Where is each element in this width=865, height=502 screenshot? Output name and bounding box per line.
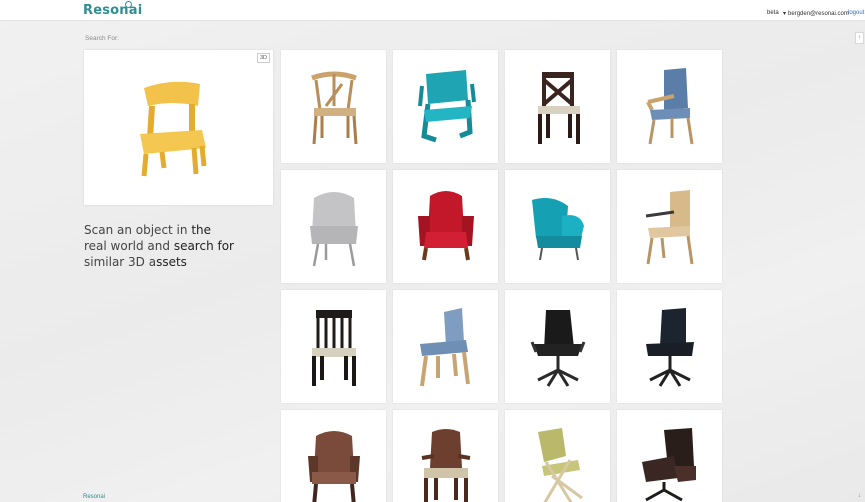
- wooden-wishbone-chair-icon: [311, 71, 358, 145]
- red-baroque-armchair-icon: [418, 191, 474, 261]
- result-tile[interactable]: [617, 290, 722, 403]
- user-email-text: bergden@resonai.com: [788, 11, 849, 17]
- result-tile[interactable]: [617, 410, 722, 502]
- search-label: Search For:: [85, 35, 119, 42]
- result-tile[interactable]: [393, 50, 498, 163]
- blue-armchair-icon: [646, 68, 694, 145]
- dark-cross-back-chair-icon: [538, 72, 580, 144]
- tagline-bold-1: the: [191, 223, 212, 237]
- scroll-down-indicator[interactable]: ↓: [858, 493, 861, 499]
- tagline-part-3: similar 3D a: [84, 255, 157, 269]
- result-tile[interactable]: [617, 50, 722, 163]
- top-bar: Resonai beta ▾ bergden@resonai.com logout: [0, 0, 865, 21]
- result-tile[interactable]: [617, 170, 722, 283]
- lime-folding-chair-icon: [538, 428, 583, 502]
- black-office-chair-icon: [530, 310, 586, 387]
- black-lounge-chair-icon: [642, 428, 696, 502]
- tagline-part-2: real world and: [84, 239, 174, 253]
- logo-ring-icon: [125, 1, 132, 8]
- brown-armchair-icon: [308, 431, 360, 502]
- black-upholstered-chair-icon: [312, 310, 356, 386]
- resonai-logo[interactable]: Resonai: [83, 3, 142, 18]
- wooden-armchair-icon: [421, 429, 471, 502]
- result-tile[interactable]: [281, 410, 386, 502]
- tagline: Scan an object in the real world and sea…: [84, 222, 264, 270]
- tan-armchair-icon: [645, 190, 694, 265]
- result-tile[interactable]: [393, 290, 498, 403]
- query-object-card[interactable]: 3D: [84, 50, 273, 205]
- result-tile[interactable]: [505, 290, 610, 403]
- result-tile[interactable]: [505, 410, 610, 502]
- teal-tube-chair-icon: [418, 70, 476, 143]
- caret-down-icon: ▾: [783, 11, 787, 17]
- result-tile[interactable]: [505, 50, 610, 163]
- tagline-bold-3: ssets: [156, 255, 187, 269]
- user-email[interactable]: ▾ bergden@resonai.com: [783, 10, 849, 17]
- scroll-up-button[interactable]: ↑: [855, 32, 864, 44]
- blue-stool-chair-icon: [420, 308, 470, 387]
- result-tile[interactable]: [393, 410, 498, 502]
- grey-fabric-armchair-icon: [310, 192, 358, 267]
- logout-link[interactable]: logout: [848, 10, 864, 16]
- footer-brand[interactable]: Resonai: [83, 494, 105, 500]
- tagline-bold-2: search for: [173, 239, 234, 253]
- 3d-toggle-badge[interactable]: 3D: [256, 53, 270, 63]
- result-tile[interactable]: [281, 290, 386, 403]
- result-tile[interactable]: [281, 170, 386, 283]
- result-tile[interactable]: [505, 170, 610, 283]
- result-tile[interactable]: [393, 170, 498, 283]
- result-tile[interactable]: [281, 50, 386, 163]
- yellow-chair-scan-icon: [140, 81, 207, 177]
- beta-label: beta: [767, 10, 779, 16]
- tagline-part-1: Scan an object in: [84, 223, 192, 237]
- black-office-chair-icon: [646, 308, 694, 387]
- teal-lounge-chair-icon: [532, 198, 584, 261]
